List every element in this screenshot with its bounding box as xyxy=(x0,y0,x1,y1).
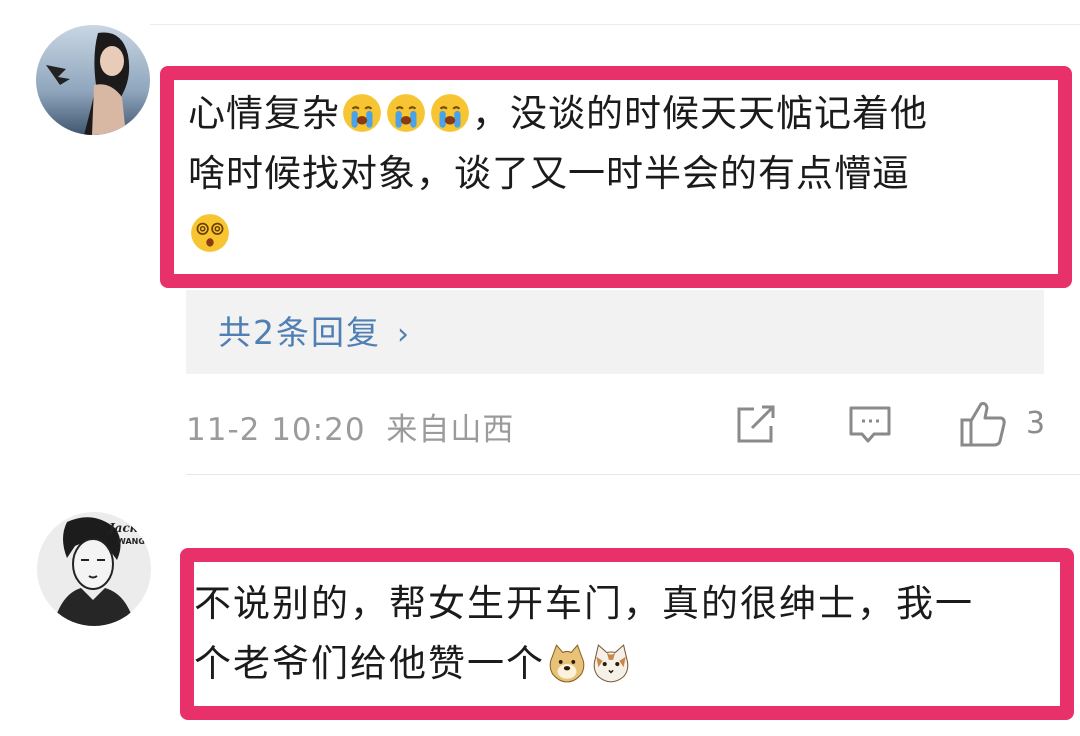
comment-icon[interactable] xyxy=(848,404,892,450)
loudly-crying-face-icon xyxy=(431,94,469,132)
comment-meta: 11-2 10:20 来自山西 xyxy=(186,404,514,449)
comment-text-segment: 啥时候找对象，谈了又一时半会的有点懵逼 xyxy=(188,152,910,195)
timestamp: 11-2 10:20 xyxy=(186,412,366,448)
comment-body: 心情复杂 ，没谈的时候天天惦记着他 啥时候找对象，谈了又一时半会的有点懵逼 xyxy=(188,84,928,264)
comment-line xyxy=(188,204,928,264)
view-replies-link[interactable]: 共2条回复 › xyxy=(218,306,411,354)
like-count: 3 xyxy=(1026,406,1046,441)
comment-list: 心情复杂 ，没谈的时候天天惦记着他 啥时候找对象，谈了又一时半会的有点懵逼 共2条… xyxy=(0,0,1080,736)
svg-text:WANG: WANG xyxy=(117,537,145,546)
loudly-crying-face-icon xyxy=(387,94,425,132)
view-replies-label: 共2条回复 xyxy=(218,313,381,352)
reply-summary[interactable]: 共2条回复 › xyxy=(186,290,1044,374)
comment-body: 不说别的，帮女生开车门，真的很绅士，我一 个老爷们给他赞一个 xyxy=(194,574,974,694)
like-icon[interactable] xyxy=(958,400,1008,452)
avatar[interactable]: Jackson WANG xyxy=(37,512,151,626)
loudly-crying-face-icon xyxy=(343,94,381,132)
comment-line: 不说别的，帮女生开车门，真的很绅士，我一 xyxy=(194,574,974,634)
comment-line: 个老爷们给他赞一个 xyxy=(194,634,974,694)
svg-text:Jackson: Jackson xyxy=(107,521,151,535)
doge-icon xyxy=(549,644,585,683)
chevron-right-icon: › xyxy=(397,317,411,352)
divider xyxy=(150,24,1080,25)
forward-icon[interactable] xyxy=(734,404,778,450)
comment-line: 心情复杂 ，没谈的时候天天惦记着他 xyxy=(188,84,928,144)
comment-text-segment: 心情复杂 xyxy=(188,92,340,135)
comment-text-segment: ，没谈的时候天天惦记着他 xyxy=(472,92,928,135)
divider xyxy=(186,474,1080,475)
location-source: 来自山西 xyxy=(386,412,515,448)
comment-line: 啥时候找对象，谈了又一时半会的有点懵逼 xyxy=(188,144,928,204)
comment-text-segment: 个老爷们给他赞一个 xyxy=(194,642,545,685)
dizzy-face-icon xyxy=(191,214,229,252)
avatar[interactable] xyxy=(36,25,150,135)
comment-text-segment: 不说别的，帮女生开车门，真的很绅士，我一 xyxy=(194,582,974,625)
cat-face-icon xyxy=(593,644,629,683)
